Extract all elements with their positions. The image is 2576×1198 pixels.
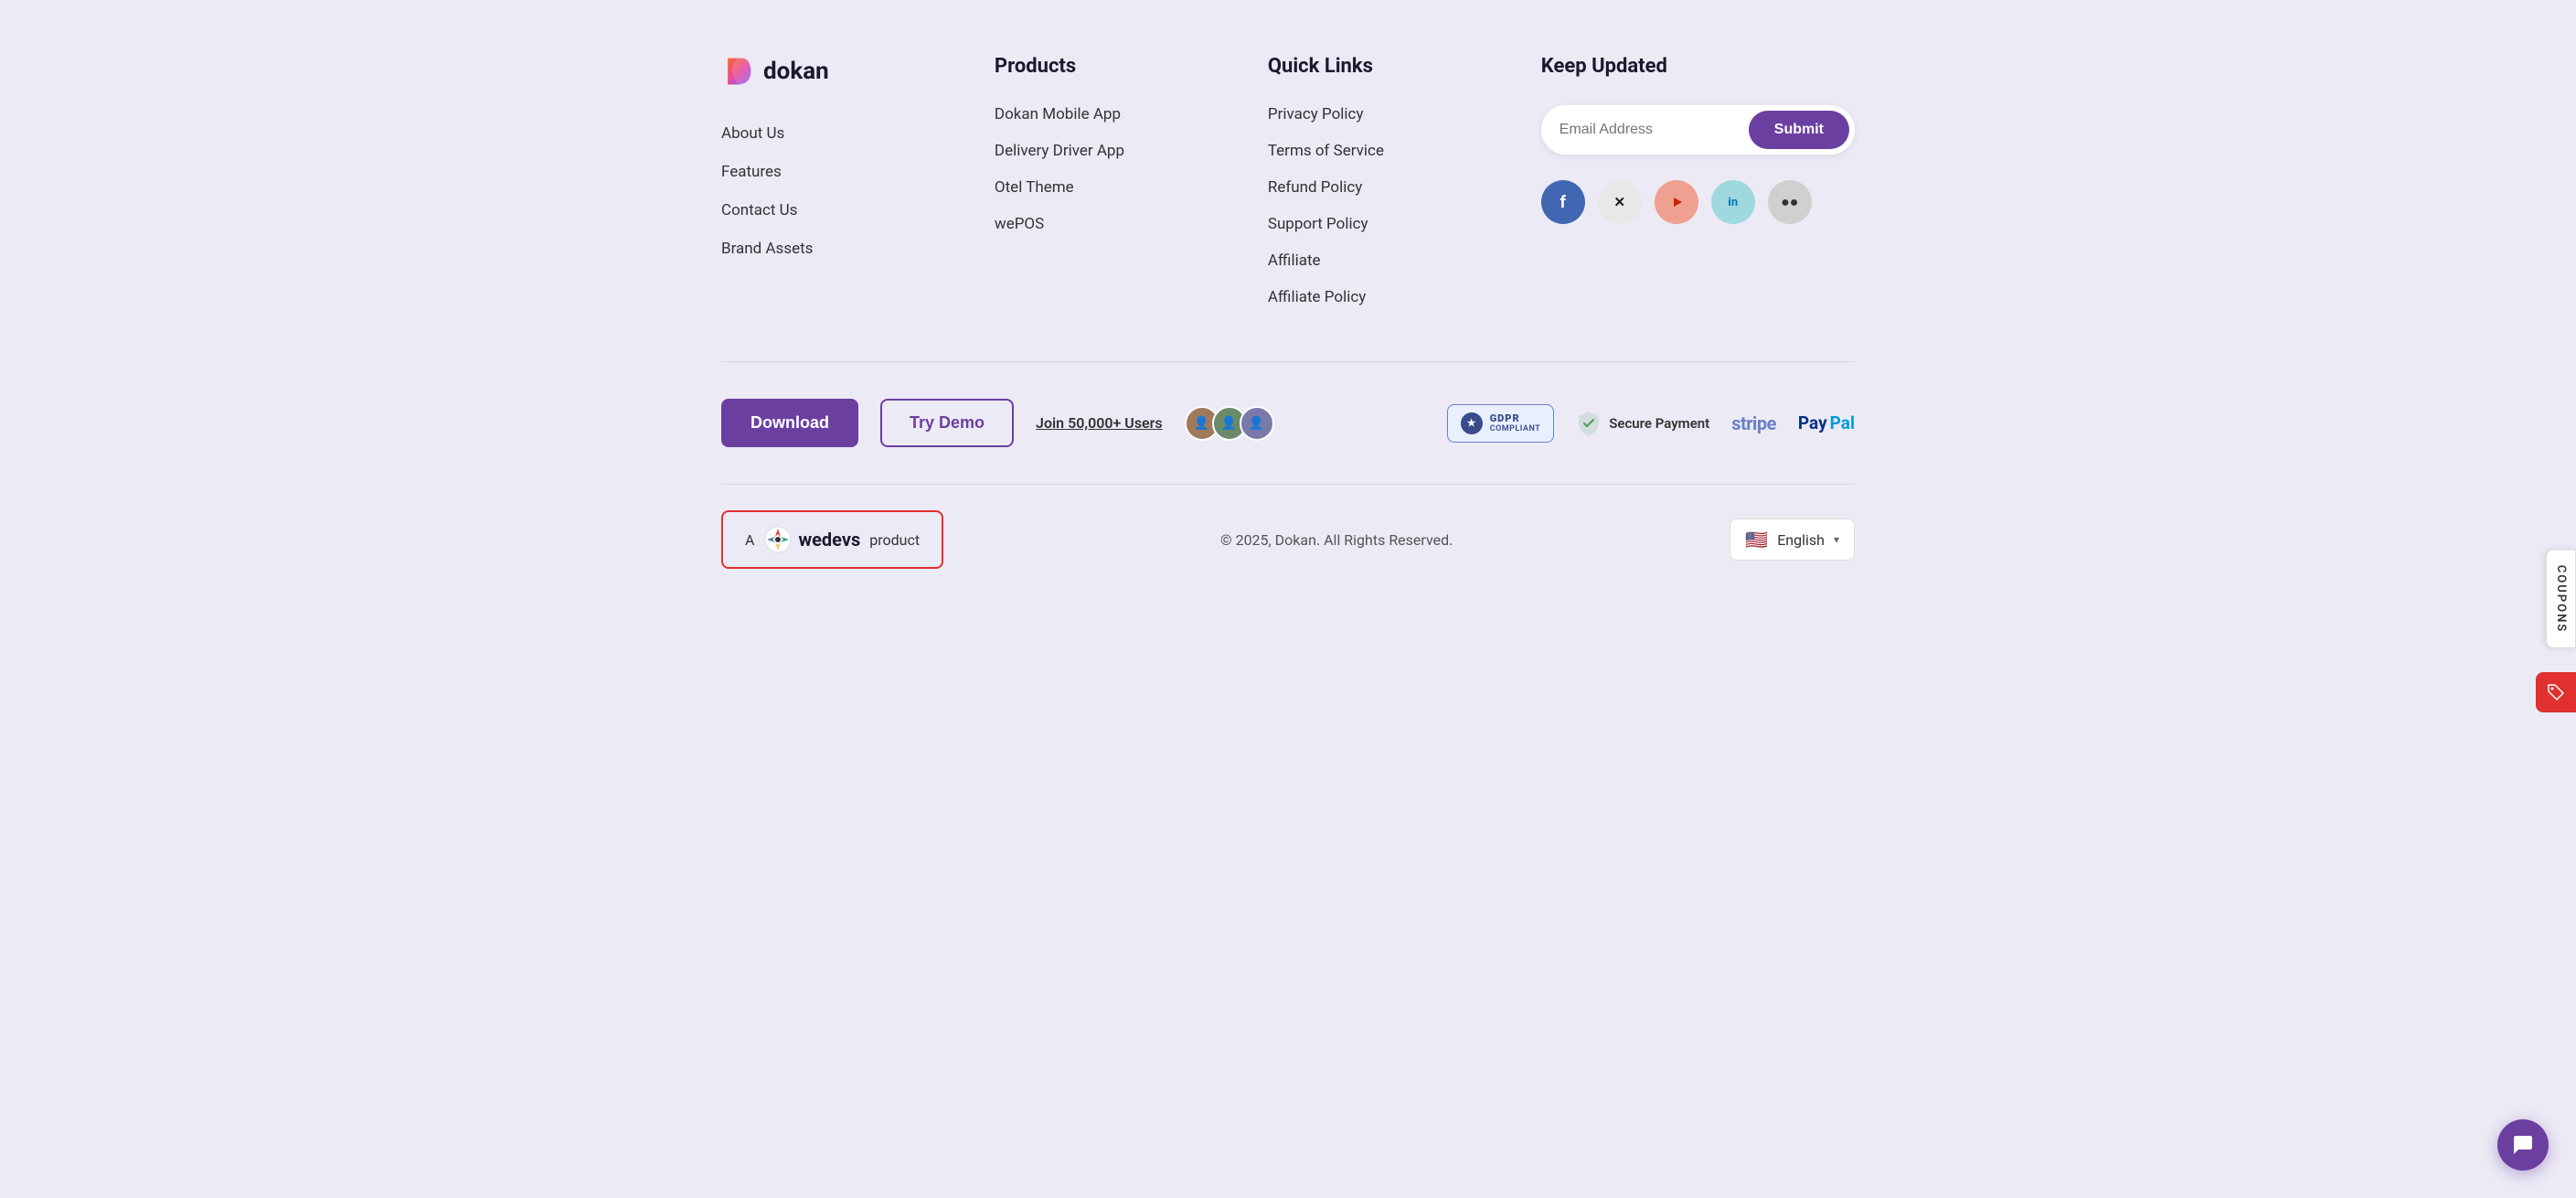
brand-column: dokan About Us Features Contact Us Brand…	[721, 55, 958, 306]
logo-text: dokan	[763, 58, 829, 85]
nav-brand-assets[interactable]: Brand Assets	[721, 240, 958, 258]
quicklinks-links: Privacy Policy Terms of Service Refund P…	[1268, 105, 1505, 306]
logo[interactable]: dokan	[721, 55, 958, 88]
avatar-3: 👤	[1240, 406, 1274, 441]
youtube-icon[interactable]	[1655, 180, 1698, 224]
wedevs-wheel-icon	[763, 525, 793, 554]
coupons-tab[interactable]: COUPONS	[2546, 550, 2576, 648]
payment-badges: ★ GDPR COMPLIANT Secure Payment stripe P…	[1447, 404, 1855, 443]
email-input[interactable]	[1559, 122, 1749, 138]
quicklinks-header: Quick Links	[1268, 55, 1505, 78]
products-column: Products Dokan Mobile App Delivery Drive…	[995, 55, 1231, 306]
link-wepos[interactable]: wePOS	[995, 215, 1231, 233]
coupons-label: COUPONS	[2554, 565, 2568, 633]
nav-about-us[interactable]: About Us	[721, 124, 958, 143]
link-affiliate-policy[interactable]: Affiliate Policy	[1268, 288, 1505, 306]
newsletter-column: Keep Updated Submit f ✕ in ●●	[1541, 55, 1855, 306]
nav-contact-us[interactable]: Contact Us	[721, 201, 958, 219]
copyright-text: © 2025, Dokan. All Rights Reserved.	[1220, 531, 1453, 549]
link-delivery-driver[interactable]: Delivery Driver App	[995, 142, 1231, 160]
nav-features[interactable]: Features	[721, 163, 958, 181]
coupons-icon-button[interactable]	[2536, 672, 2576, 712]
x-twitter-icon[interactable]: ✕	[1598, 180, 1642, 224]
footer-bottom: A wedevs product © 2025, Dokan. All Righ…	[721, 484, 1855, 594]
submit-button[interactable]: Submit	[1749, 111, 1849, 149]
email-form: Submit	[1541, 105, 1855, 155]
link-terms[interactable]: Terms of Service	[1268, 142, 1505, 160]
link-otel-theme[interactable]: Otel Theme	[995, 178, 1231, 197]
try-demo-button[interactable]: Try Demo	[880, 399, 1014, 447]
join-users-text[interactable]: Join 50,000+ Users	[1036, 414, 1163, 432]
products-links: Dokan Mobile App Delivery Driver App Ote…	[995, 105, 1231, 233]
social-icons: f ✕ in ●●	[1541, 180, 1855, 224]
link-affiliate[interactable]: Affiliate	[1268, 251, 1505, 270]
wedevs-suffix: product	[869, 531, 920, 549]
medium-icon[interactable]: ●●	[1768, 180, 1812, 224]
products-header: Products	[995, 55, 1231, 78]
linkedin-icon[interactable]: in	[1711, 180, 1755, 224]
link-refund[interactable]: Refund Policy	[1268, 178, 1505, 197]
wedevs-name: wedevs	[798, 529, 860, 551]
gdpr-icon: ★	[1461, 412, 1483, 434]
link-dokan-mobile[interactable]: Dokan Mobile App	[995, 105, 1231, 123]
gdpr-badge: ★ GDPR COMPLIANT	[1447, 404, 1555, 443]
user-avatars: 👤 👤 👤	[1185, 406, 1274, 441]
link-privacy[interactable]: Privacy Policy	[1268, 105, 1505, 123]
wedevs-logo[interactable]: wedevs	[763, 525, 860, 554]
quicklinks-column: Quick Links Privacy Policy Terms of Serv…	[1268, 55, 1505, 306]
shield-icon	[1576, 411, 1602, 436]
language-selector[interactable]: 🇺🇸 English ▾	[1730, 519, 1855, 561]
newsletter-header: Keep Updated	[1541, 55, 1855, 78]
footer-actions: Download Try Demo Join 50,000+ Users 👤 👤…	[721, 361, 1855, 484]
paypal-pay-text: Pay	[1798, 412, 1827, 433]
tag-icon	[2546, 682, 2566, 702]
stripe-badge: stripe	[1731, 412, 1776, 434]
chevron-down-icon: ▾	[1834, 533, 1839, 546]
wedevs-prefix: A	[745, 531, 754, 549]
wedevs-box: A wedevs product	[721, 510, 943, 569]
language-label: English	[1777, 531, 1825, 549]
secure-payment-text: Secure Payment	[1609, 415, 1709, 432]
paypal-badge: PayPal	[1798, 412, 1855, 433]
download-button[interactable]: Download	[721, 399, 858, 447]
chat-icon	[2511, 1133, 2535, 1157]
brand-nav: About Us Features Contact Us Brand Asset…	[721, 124, 958, 258]
gdpr-text: GDPR COMPLIANT	[1490, 412, 1541, 434]
facebook-icon[interactable]: f	[1541, 180, 1585, 224]
paypal-pal-text: Pal	[1830, 412, 1855, 433]
flag-icon: 🇺🇸	[1745, 529, 1768, 551]
link-support[interactable]: Support Policy	[1268, 215, 1505, 233]
chat-button[interactable]	[2497, 1119, 2549, 1171]
secure-payment-badge: Secure Payment	[1576, 411, 1709, 436]
